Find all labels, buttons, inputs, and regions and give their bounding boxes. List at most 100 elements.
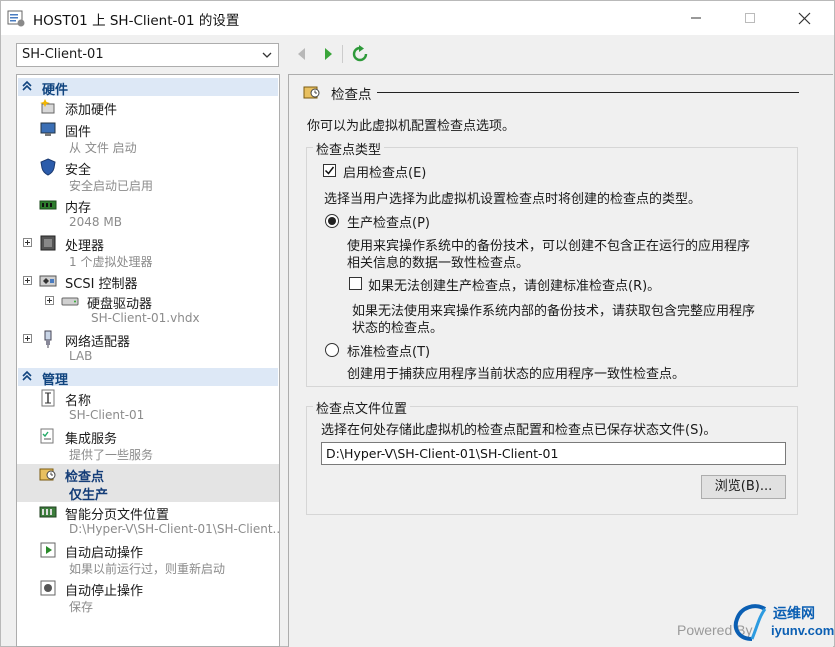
tree-item-sub: 2048 MB (69, 215, 122, 229)
intro-text: 你可以为此虚拟机配置检查点选项。 (307, 119, 516, 134)
tree-item-label: SCSI 控制器 (65, 277, 138, 292)
tree-item-auto-stop[interactable]: 自动停止操作 保存 (17, 578, 279, 616)
watermark-logo: 运维网 iyunv.com (731, 599, 835, 645)
scsi-controller-icon (39, 275, 57, 287)
hard-drive-icon (61, 297, 79, 306)
checkmark-icon (324, 166, 335, 175)
checkpoint-path-input[interactable] (321, 442, 786, 465)
vm-select-value: SH-Client-01 (22, 47, 104, 62)
maximize-icon (745, 13, 755, 23)
tree-item-checkpoints[interactable]: 检查点 仅生产 (17, 464, 279, 503)
tree-item-smart-paging[interactable]: 智能分页文件位置 D:\Hyper-V\SH-Client-01\SH-Clie… (17, 502, 279, 540)
tree-item-auto-start[interactable]: 自动启动操作 如果以前运行过，则重新启动 (17, 540, 279, 578)
enable-checkpoints-label[interactable]: 启用检查点(E) (343, 162, 426, 181)
expand-icon[interactable] (23, 334, 32, 343)
tree-item-processor[interactable]: 处理器 1 个虚拟处理器 (17, 233, 279, 271)
fallback-standard-checkbox[interactable] (349, 277, 362, 290)
auto-stop-icon (40, 580, 56, 596)
management-category-label: 管理 (42, 373, 69, 388)
standard-checkpoint-label[interactable]: 标准检查点(T) (347, 341, 430, 360)
maximize-button[interactable] (727, 1, 773, 35)
tree-item-label: 检查点 (65, 470, 105, 485)
close-button[interactable] (781, 1, 827, 35)
tree-item-security[interactable]: 安全 安全启动已启用 (17, 157, 279, 195)
name-text-icon (41, 389, 55, 407)
auto-start-icon (40, 542, 56, 558)
processor-icon (40, 235, 56, 251)
standard-desc: 创建用于捕获应用程序当前状态的应用程序一致性检查点。 (347, 367, 686, 382)
settings-app-icon (7, 10, 25, 27)
production-checkpoint-radio[interactable] (325, 214, 339, 228)
tree-item-label: 网络适配器 (65, 335, 131, 350)
tree-item-label: 集成服务 (65, 432, 118, 447)
refresh-icon[interactable] (351, 45, 369, 63)
checkpoint-icon (39, 468, 56, 481)
firmware-icon (40, 122, 56, 136)
tree-item-label: 处理器 (65, 239, 105, 254)
network-adapter-icon (44, 330, 52, 348)
expand-icon[interactable] (45, 296, 54, 305)
hardware-category[interactable]: 硬件 (18, 78, 278, 98)
group-legend: 检查点文件位置 (313, 398, 411, 417)
tree-item-hard-drive[interactable]: 硬盘驱动器 SH-Client-01.vhdx (17, 291, 279, 329)
tree-item-sub: SH-Client-01 (69, 408, 145, 422)
group-legend: 检查点类型 (313, 139, 385, 158)
tree-item-sub: 仅生产 (69, 488, 109, 503)
tree-item-label: 自动启动操作 (65, 546, 144, 561)
hardware-category-label: 硬件 (42, 83, 69, 98)
tree-item-firmware[interactable]: 固件 从 文件 启动 (17, 119, 279, 157)
checkpoint-icon (303, 86, 320, 99)
watermark-site-en: iyunv.com (771, 623, 835, 638)
tree-item-name[interactable]: 名称 SH-Client-01 (17, 388, 279, 426)
collapse-chevron-icon (22, 370, 32, 381)
enable-checkpoints-checkbox[interactable] (323, 164, 336, 177)
add-hardware-icon (40, 99, 55, 114)
forward-arrow-icon[interactable] (319, 45, 337, 63)
production-desc-line2: 相关信息的数据一致性检查点。 (347, 256, 530, 271)
fallback-desc-line2: 状态的检查点。 (352, 321, 444, 336)
memory-icon (39, 200, 57, 210)
close-icon (798, 12, 810, 24)
expand-icon[interactable] (23, 238, 32, 247)
smart-paging-icon (39, 506, 57, 518)
tree-item-label: 硬盘驱动器 (87, 297, 153, 312)
management-category[interactable]: 管理 (18, 368, 278, 388)
tree-item-sub: 1 个虚拟处理器 (69, 255, 153, 269)
tree-item-network-adapter[interactable]: 网络适配器 LAB (17, 329, 279, 367)
tree-item-label: 智能分页文件位置 (65, 508, 170, 523)
vm-select[interactable]: SH-Client-01 (16, 43, 279, 67)
tree-item-label: 固件 (65, 125, 92, 140)
tree-item-sub: D:\Hyper-V\SH-Client-01\SH-Client... (69, 522, 280, 536)
choose-type-text: 选择当用户选择为此虚拟机设置检查点时将创建的检查点的类型。 (324, 192, 702, 207)
toolbar-divider (342, 45, 343, 63)
production-checkpoint-label[interactable]: 生产检查点(P) (347, 212, 430, 231)
browse-button[interactable]: 浏览(B)... (701, 475, 786, 499)
expand-icon[interactable] (23, 276, 32, 285)
tree-item-scsi-controller[interactable]: SCSI 控制器 (17, 271, 279, 292)
tree-item-sub: 如果以前运行过，则重新启动 (69, 562, 226, 576)
window-title: HOST01 上 SH-Client-01 的设置 (33, 13, 240, 29)
settings-tree: 硬件 添加硬件 固件 从 文件 启动 安全 安全启动已启用 内存 2048 MB (16, 74, 280, 647)
tree-item-integration-services[interactable]: 集成服务 提供了一些服务 (17, 426, 279, 464)
back-arrow-icon[interactable] (293, 45, 311, 63)
standard-checkpoint-radio[interactable] (325, 343, 339, 357)
tree-item-add-hardware[interactable]: 添加硬件 (17, 97, 279, 118)
site-logo-icon (733, 604, 767, 641)
watermark-site-cn: 运维网 (773, 606, 815, 622)
tree-item-label: 内存 (65, 201, 92, 216)
chevron-down-icon (262, 52, 272, 58)
collapse-chevron-icon (22, 80, 32, 91)
tree-item-sub: 从 文件 启动 (69, 141, 137, 155)
shield-icon (40, 158, 56, 176)
fallback-standard-label[interactable]: 如果无法创建生产检查点，请创建标准检查点(R)。 (368, 275, 660, 294)
tree-item-sub: 保存 (69, 600, 94, 614)
minimize-button[interactable] (673, 1, 719, 35)
location-desc: 选择在何处存储此虚拟机的检查点配置和检查点已保存状态文件(S)。 (321, 423, 717, 438)
tree-item-sub: LAB (69, 349, 93, 363)
tree-item-sub: SH-Client-01.vhdx (91, 311, 200, 325)
tree-item-memory[interactable]: 内存 2048 MB (17, 195, 279, 233)
tree-item-sub: 安全启动已启用 (69, 179, 154, 193)
title-bar: HOST01 上 SH-Client-01 的设置 (1, 1, 834, 35)
section-divider (377, 92, 799, 93)
section-title: 检查点 (331, 87, 372, 103)
